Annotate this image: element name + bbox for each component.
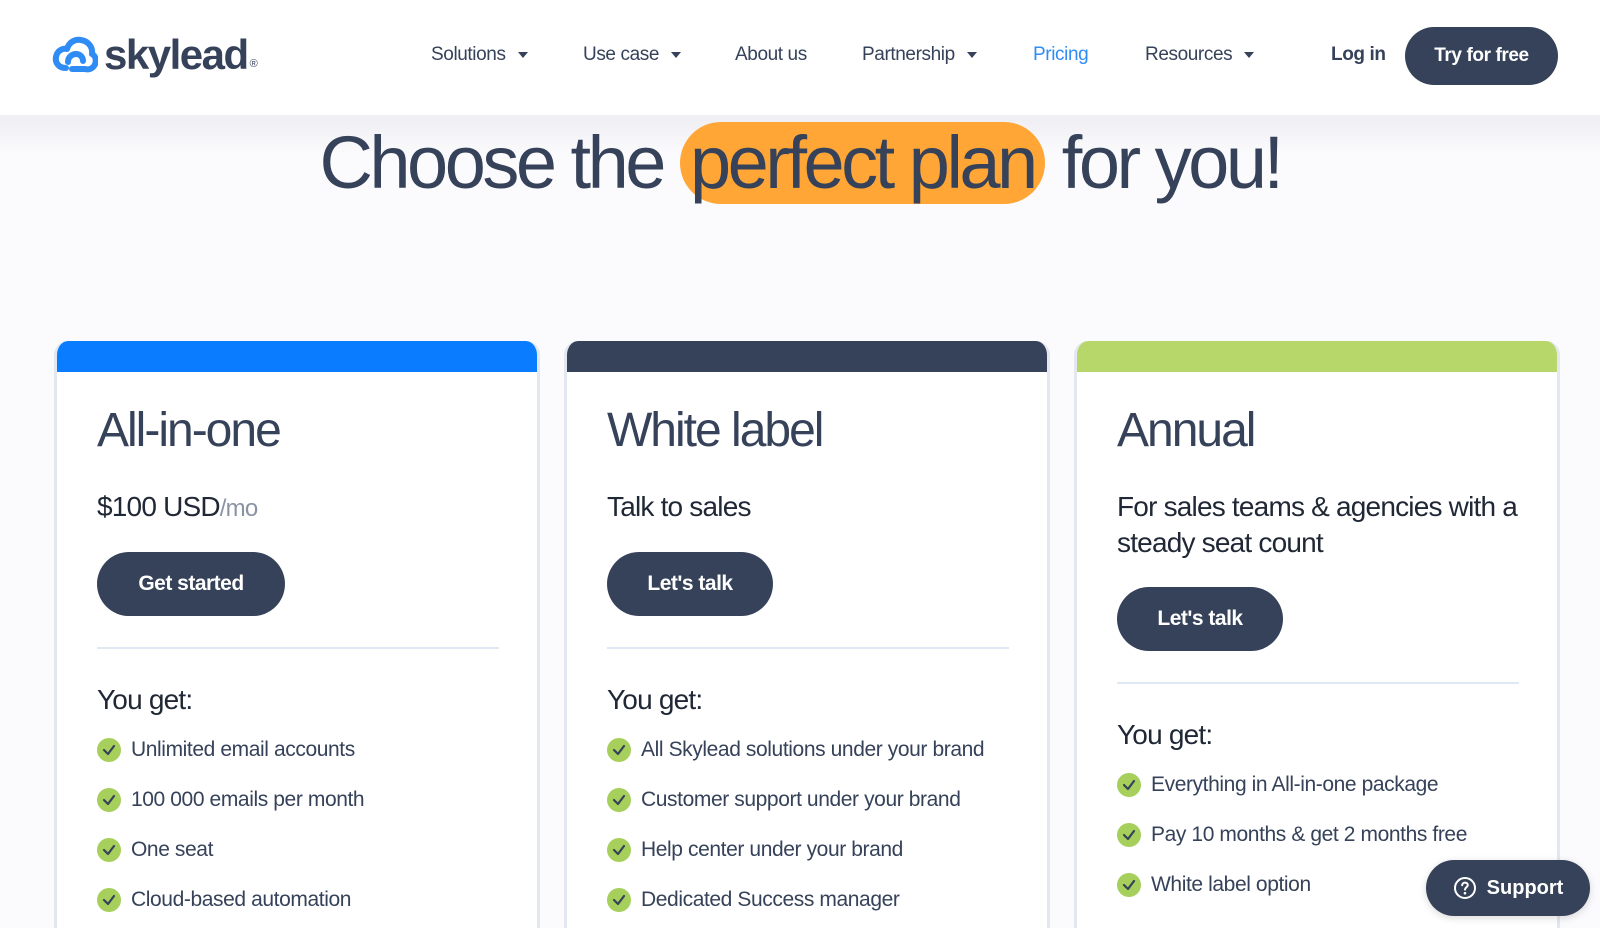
chevron-down-icon xyxy=(966,52,977,58)
nav-use-case-label: Use case xyxy=(583,44,660,65)
check-icon xyxy=(607,838,631,862)
check-icon xyxy=(1117,873,1141,897)
top-navbar: skylead ® Solutions Use case About us Pa… xyxy=(0,0,1600,115)
check-icon xyxy=(607,788,631,812)
check-icon xyxy=(97,788,121,812)
feature-label: White label option xyxy=(1151,873,1311,896)
nav-partnership[interactable]: Partnership xyxy=(862,44,977,66)
hero-highlight: perfect plan xyxy=(680,122,1045,204)
feature-item: One seat xyxy=(97,838,213,862)
feature-label: Customer support under your brand xyxy=(641,788,961,811)
you-get-heading: You get: xyxy=(97,684,193,715)
you-get-heading: You get: xyxy=(1117,719,1213,750)
check-icon xyxy=(97,888,121,912)
plan-card-annual: Annual For sales teams & agencies with a… xyxy=(1074,341,1560,928)
skylead-logo[interactable]: skylead ® xyxy=(52,34,258,76)
feature-label: Unlimited email accounts xyxy=(131,738,355,761)
feature-label: One seat xyxy=(131,838,214,861)
registered-mark: ® xyxy=(249,58,258,70)
nav-about-us-label: About us xyxy=(735,44,807,65)
feature-item: Dedicated Success manager xyxy=(607,888,900,912)
nav-pricing-label: Pricing xyxy=(1033,44,1089,65)
plan-card-all-in-one: All-in-one $100 USD/mo Get started You g… xyxy=(54,341,540,928)
cloud-logo-icon xyxy=(52,36,98,73)
feature-item: All Skylead solutions under your brand xyxy=(607,738,985,762)
check-icon xyxy=(97,738,121,762)
nav-resources-label: Resources xyxy=(1145,44,1233,65)
feature-label: 100 000 emails per month xyxy=(131,788,365,811)
feature-label: Pay 10 months & get 2 months free xyxy=(1151,823,1467,846)
plan-title: White label xyxy=(607,404,824,457)
card-top-bar xyxy=(1077,341,1557,372)
plan-card-white-label: White label Talk to sales Let's talk You… xyxy=(564,341,1050,928)
card-divider xyxy=(1117,682,1519,684)
question-circle-icon xyxy=(1453,877,1476,899)
card-top-bar xyxy=(567,341,1047,372)
plan-title: All-in-one xyxy=(97,404,282,457)
hero-pre: Choose the xyxy=(319,121,666,204)
get-started-button[interactable]: Get started xyxy=(97,552,285,616)
feature-item: Help center under your brand xyxy=(607,838,903,862)
feature-item: White label option xyxy=(1117,873,1311,897)
plan-title: Annual xyxy=(1117,404,1256,457)
card-top-bar xyxy=(57,341,537,372)
login-link[interactable]: Log in xyxy=(1331,44,1386,66)
chevron-down-icon xyxy=(517,52,528,58)
check-icon xyxy=(1117,773,1141,797)
feature-label: Help center under your brand xyxy=(641,838,903,861)
nav-about-us[interactable]: About us xyxy=(735,44,807,66)
feature-item: Cloud-based automation xyxy=(97,888,351,912)
check-icon xyxy=(1117,823,1141,847)
card-divider xyxy=(97,647,499,649)
feature-label: Everything in All-in-one package xyxy=(1151,773,1439,796)
nav-use-case[interactable]: Use case xyxy=(583,44,682,66)
plan-price: $100 USD/mo xyxy=(97,489,507,527)
you-get-heading: You get: xyxy=(607,684,703,715)
card-divider xyxy=(607,647,1009,649)
try-for-free-button[interactable]: Try for free xyxy=(1405,27,1558,85)
hero-post: for you! xyxy=(1061,121,1284,204)
nav-partnership-label: Partnership xyxy=(862,44,955,65)
feature-label: All Skylead solutions under your brand xyxy=(641,738,985,761)
check-icon xyxy=(607,888,631,912)
nav-pricing[interactable]: Pricing xyxy=(1033,44,1089,66)
logo-text: skylead xyxy=(104,31,249,78)
plan-subtitle: Talk to sales xyxy=(607,491,751,522)
nav-solutions-label: Solutions xyxy=(431,44,506,65)
price-unit: /mo xyxy=(219,495,258,522)
plan-subtitle: For sales teams & agencies with a steady… xyxy=(1117,491,1518,558)
support-label: Support xyxy=(1486,876,1564,899)
lets-talk-button[interactable]: Let's talk xyxy=(607,552,773,616)
feature-item: Unlimited email accounts xyxy=(97,738,355,762)
feature-item: Pay 10 months & get 2 months free xyxy=(1117,823,1467,847)
lets-talk-button[interactable]: Let's talk xyxy=(1117,587,1283,651)
feature-item: Customer support under your brand xyxy=(607,788,961,812)
check-icon xyxy=(607,738,631,762)
chevron-down-icon xyxy=(671,52,682,58)
feature-item: 100 000 emails per month xyxy=(97,788,365,812)
nav-solutions[interactable]: Solutions xyxy=(431,44,528,66)
price-amount: $100 USD xyxy=(97,491,221,522)
support-button[interactable]: Support xyxy=(1426,860,1590,916)
page-title: Choose the perfect plan for you! xyxy=(0,118,1600,208)
nav-resources[interactable]: Resources xyxy=(1145,44,1255,66)
chevron-down-icon xyxy=(1244,52,1255,58)
check-icon xyxy=(97,838,121,862)
feature-item: Everything in All-in-one package xyxy=(1117,773,1439,797)
feature-label: Cloud-based automation xyxy=(131,888,352,911)
feature-label: Dedicated Success manager xyxy=(641,888,900,911)
